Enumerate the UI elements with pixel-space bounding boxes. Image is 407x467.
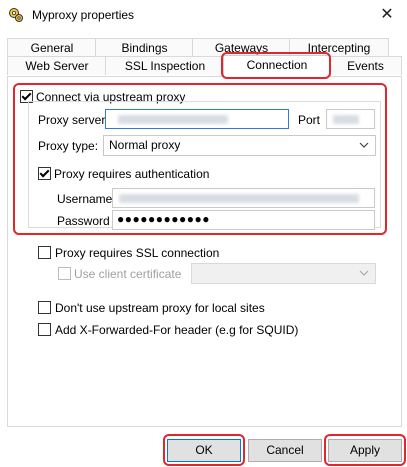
username-input[interactable]: [112, 188, 375, 208]
ok-button[interactable]: OK: [167, 439, 241, 462]
proxy-server-input[interactable]: [105, 109, 289, 129]
password-masked-value: ●●●●●●●●●●●●: [117, 212, 210, 226]
window-title: Myproxy properties: [32, 8, 135, 22]
no-local-proxy-checkbox[interactable]: [38, 301, 51, 314]
client-cert-select[interactable]: [191, 263, 376, 284]
client-cert-checkbox[interactable]: [58, 267, 71, 280]
chevron-down-icon: [359, 270, 369, 276]
no-local-proxy-label: Don't use upstream proxy for local sites: [55, 301, 265, 315]
tab-ssl-inspection[interactable]: SSL Inspection: [105, 56, 225, 75]
proxy-type-select[interactable]: Normal proxy: [103, 135, 376, 156]
proxy-server-obscured-value: [118, 115, 228, 124]
proxy-auth-checkbox[interactable]: [38, 167, 51, 180]
tab-web-server[interactable]: Web Server: [7, 56, 107, 75]
proxy-type-label: Proxy type:: [38, 139, 99, 153]
tab-events[interactable]: Events: [329, 56, 402, 75]
proxy-type-value: Normal proxy: [109, 138, 181, 152]
ssl-connection-checkbox[interactable]: [38, 246, 51, 259]
tab-general[interactable]: General: [7, 38, 97, 57]
cancel-button[interactable]: Cancel: [248, 439, 322, 462]
port-input[interactable]: [326, 109, 375, 129]
xff-header-label: Add X-Forwarded-For header (e.g for SQUI…: [55, 323, 299, 337]
close-icon[interactable]: ✕: [375, 3, 399, 27]
tab-connection[interactable]: Connection: [223, 55, 331, 77]
proxy-auth-label: Proxy requires authentication: [54, 167, 210, 181]
ssl-connection-label: Proxy requires SSL connection: [55, 246, 220, 260]
apply-button[interactable]: Apply: [328, 439, 402, 462]
tab-bindings[interactable]: Bindings: [95, 38, 194, 57]
xff-header-checkbox[interactable]: [38, 323, 51, 336]
app-gear-icon: [9, 8, 23, 22]
password-input[interactable]: ●●●●●●●●●●●●: [112, 210, 375, 230]
username-label: Username: [57, 192, 113, 206]
proxy-server-label: Proxy server: [38, 113, 106, 127]
port-label: Port: [298, 113, 321, 127]
client-cert-label: Use client certificate: [74, 267, 182, 281]
port-obscured-value: [333, 115, 359, 124]
title-bar: Myproxy properties ✕: [0, 0, 407, 30]
chevron-down-icon: [359, 142, 369, 148]
password-label: Password: [57, 214, 110, 228]
username-obscured-value: [119, 194, 359, 203]
